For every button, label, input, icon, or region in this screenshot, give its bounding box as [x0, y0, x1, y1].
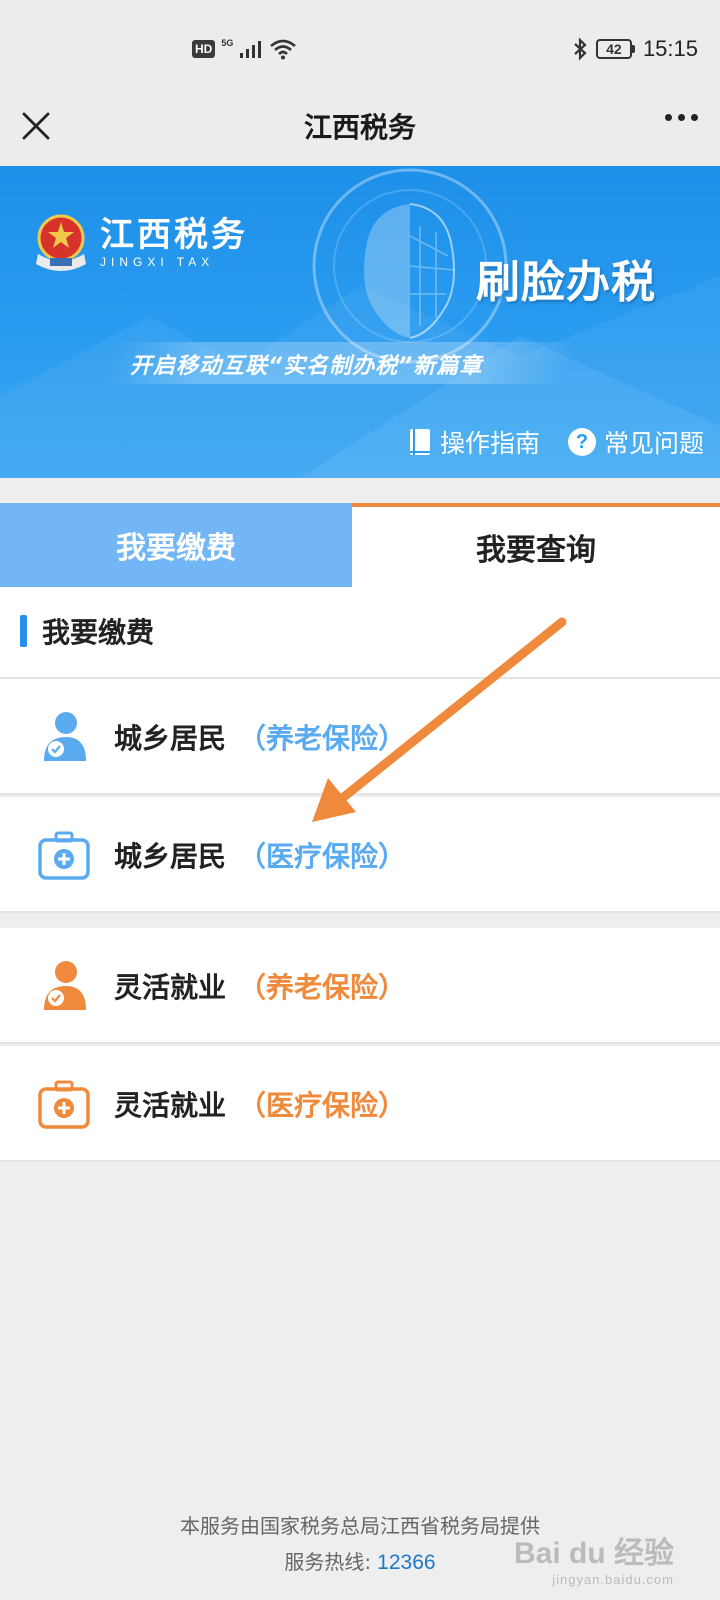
wifi-icon [270, 39, 297, 60]
network-type: 5G [221, 38, 234, 48]
banner-headline: 刷脸办税 [476, 257, 656, 308]
brand-name-en: JINGXI TAX [100, 255, 215, 269]
guide-label: 操作指南 [439, 429, 540, 458]
item-label: 城乡居民 （养老保险） [114, 717, 406, 757]
list-item-flexible-pension[interactable]: 灵活就业 （养老保险） [0, 928, 720, 1044]
person-icon [44, 712, 86, 761]
system-indicators: 42 15:15 [572, 36, 698, 62]
item-label: 城乡居民 （医疗保险） [114, 835, 406, 875]
guide-link[interactable]: 操作指南 [408, 424, 540, 460]
face-tax-banner[interactable]: 江西税务 JINGXI TAX 刷脸办税 开启移动互联“实名制办税”新篇章 操作… [0, 166, 720, 478]
faq-link[interactable]: ? 常见问题 [567, 424, 704, 460]
hotline-label: 服务热线: [284, 1550, 372, 1574]
watermark-text: Bai du 经验 [513, 1537, 674, 1570]
brand-name: 江西税务 [100, 215, 248, 255]
item-category: 灵活就业 [114, 1089, 227, 1122]
battery-level: 42 [595, 39, 632, 59]
list-item-urban-medical[interactable]: 城乡居民 （医疗保险） [0, 797, 720, 913]
banner-links: 操作指南 ? 常见问题 [408, 424, 704, 460]
hd-badge: HD [192, 40, 216, 58]
status-bar: HD 5G 42 15:15 [0, 0, 720, 100]
network-indicators: HD 5G [192, 38, 297, 60]
section-accent-bar [20, 615, 27, 647]
watermark: Bai du 经验 jingyan.baidu.com [514, 1528, 674, 1587]
banner-slogan: 开启移动互联“实名制办税”新篇章 [130, 354, 483, 379]
watermark-url: jingyan.baidu.com [552, 1572, 674, 1587]
book-icon [409, 429, 430, 455]
item-insurance-type: （医疗保险） [238, 1089, 407, 1122]
clock: 15:15 [642, 36, 698, 61]
tab-query[interactable]: 我要查询 [352, 503, 720, 587]
brand-logo: 江西税务 JINGXI TAX [30, 208, 248, 276]
item-category: 灵活就业 [114, 971, 227, 1004]
item-insurance-type: （养老保险） [238, 722, 407, 755]
item-insurance-type: （养老保险） [238, 971, 407, 1004]
section-header: 我要缴费 [0, 587, 720, 679]
tab-bar: 我要缴费 我要查询 [0, 503, 720, 587]
faq-label: 常见问题 [603, 429, 704, 458]
bluetooth-icon [574, 37, 587, 61]
item-category: 城乡居民 [114, 722, 227, 755]
battery-icon: 42 [595, 39, 635, 59]
hotline-number[interactable]: 12366 [377, 1551, 435, 1574]
item-label: 灵活就业 （医疗保险） [114, 1084, 406, 1124]
person-icon [44, 961, 86, 1010]
item-category: 城乡居民 [114, 840, 227, 873]
tab-pay[interactable]: 我要缴费 [0, 503, 352, 587]
medical-kit-icon [38, 1080, 90, 1129]
section-title: 我要缴费 [42, 616, 155, 649]
signal-icon [240, 41, 262, 58]
list-item-flexible-medical[interactable]: 灵活就业 （医疗保险） [0, 1046, 720, 1162]
medical-kit-icon [38, 831, 90, 880]
item-insurance-type: （医疗保险） [238, 840, 407, 873]
list-item-urban-pension[interactable]: 城乡居民 （养老保险） [0, 679, 720, 795]
question-icon: ? [567, 428, 596, 456]
page-title: 江西税务 [303, 111, 416, 144]
nav-bar: 江西税务 [0, 100, 720, 166]
group-divider [0, 916, 720, 928]
more-menu-icon[interactable] [665, 114, 698, 121]
item-label: 灵活就业 （养老保险） [114, 966, 406, 1006]
tax-emblem-icon [36, 214, 86, 271]
